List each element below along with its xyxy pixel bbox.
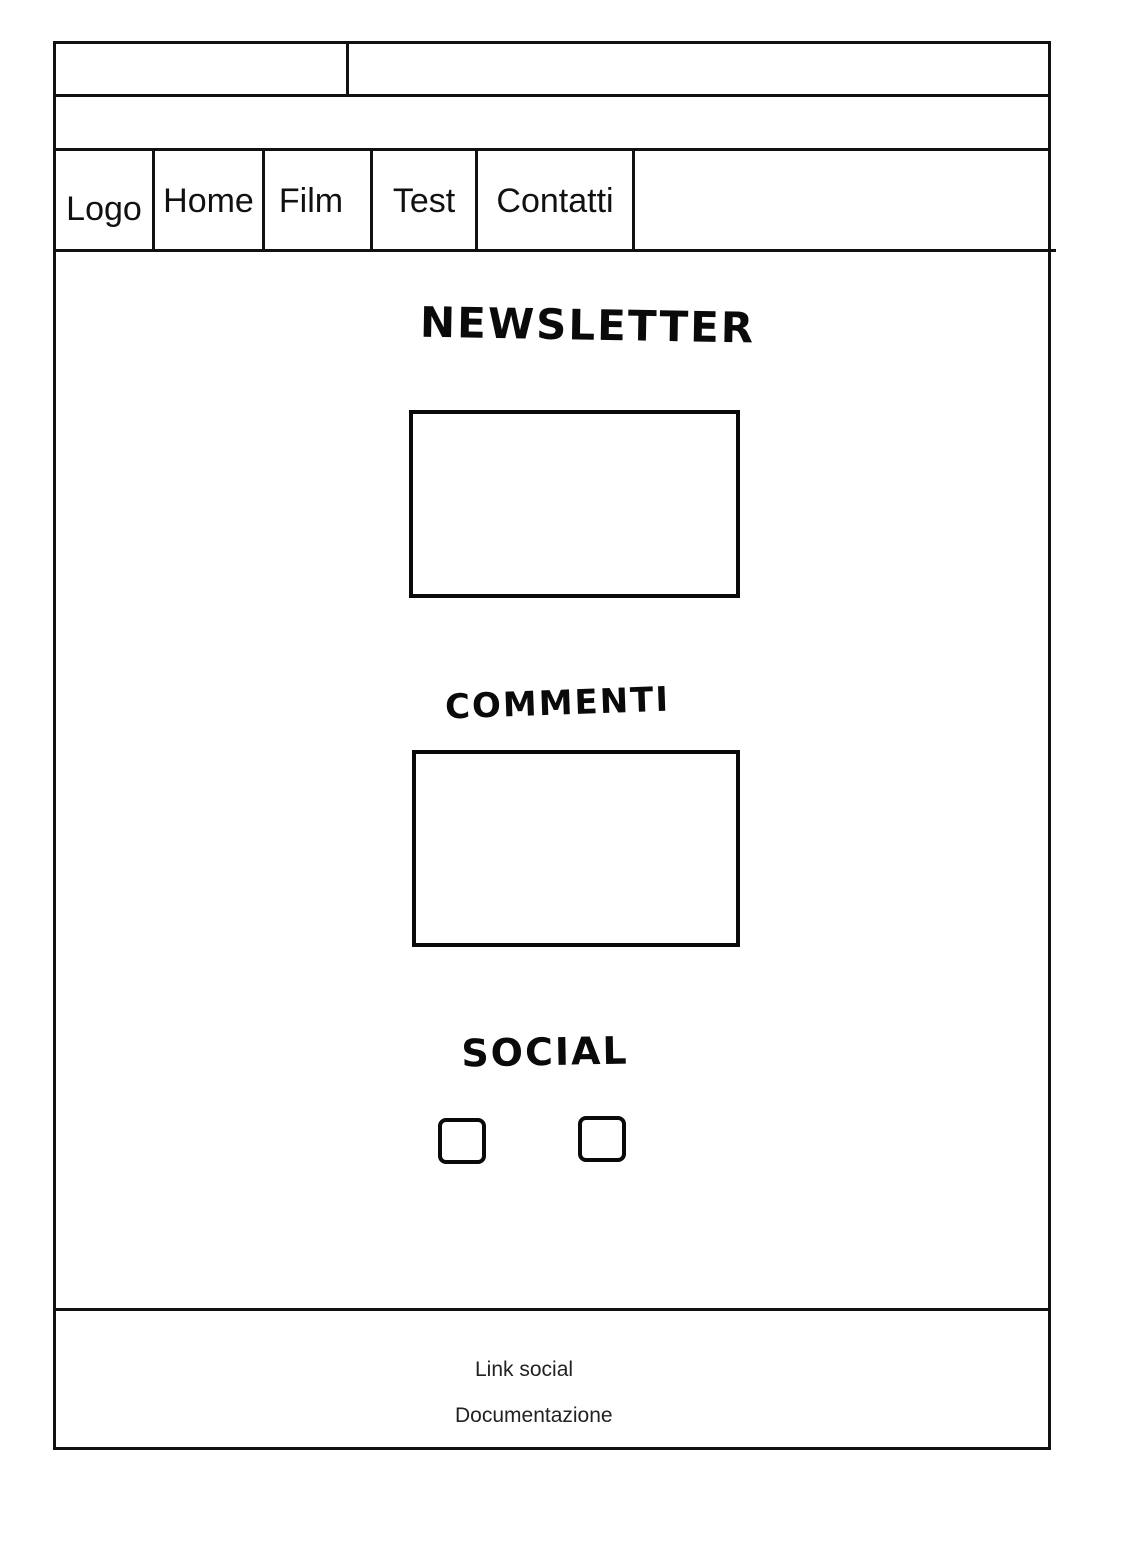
nav-item-test[interactable]: Test bbox=[373, 151, 475, 251]
comments-title: COMMENTI bbox=[444, 679, 671, 728]
nav-divider-5 bbox=[632, 150, 635, 250]
nav-item-contatti[interactable]: Contatti bbox=[478, 151, 632, 255]
social-icon-1[interactable] bbox=[438, 1118, 486, 1164]
footer-divider bbox=[53, 1308, 1051, 1311]
social-title: SOCIAL bbox=[460, 1028, 630, 1076]
footer-link-social[interactable]: Link social bbox=[475, 1358, 573, 1382]
nav-item-film[interactable]: Film bbox=[265, 151, 357, 251]
header-top-divider bbox=[53, 94, 1051, 97]
comments-box[interactable] bbox=[412, 750, 740, 947]
nav-item-home[interactable]: Home bbox=[155, 151, 262, 251]
footer-link-docs[interactable]: Documentazione bbox=[455, 1404, 613, 1428]
header-cell-divider bbox=[346, 41, 349, 95]
newsletter-box[interactable] bbox=[409, 410, 740, 598]
nav-logo[interactable]: Logo bbox=[56, 151, 152, 259]
social-icon-2[interactable] bbox=[578, 1116, 626, 1162]
newsletter-title: NEWSLETTER bbox=[419, 297, 756, 353]
